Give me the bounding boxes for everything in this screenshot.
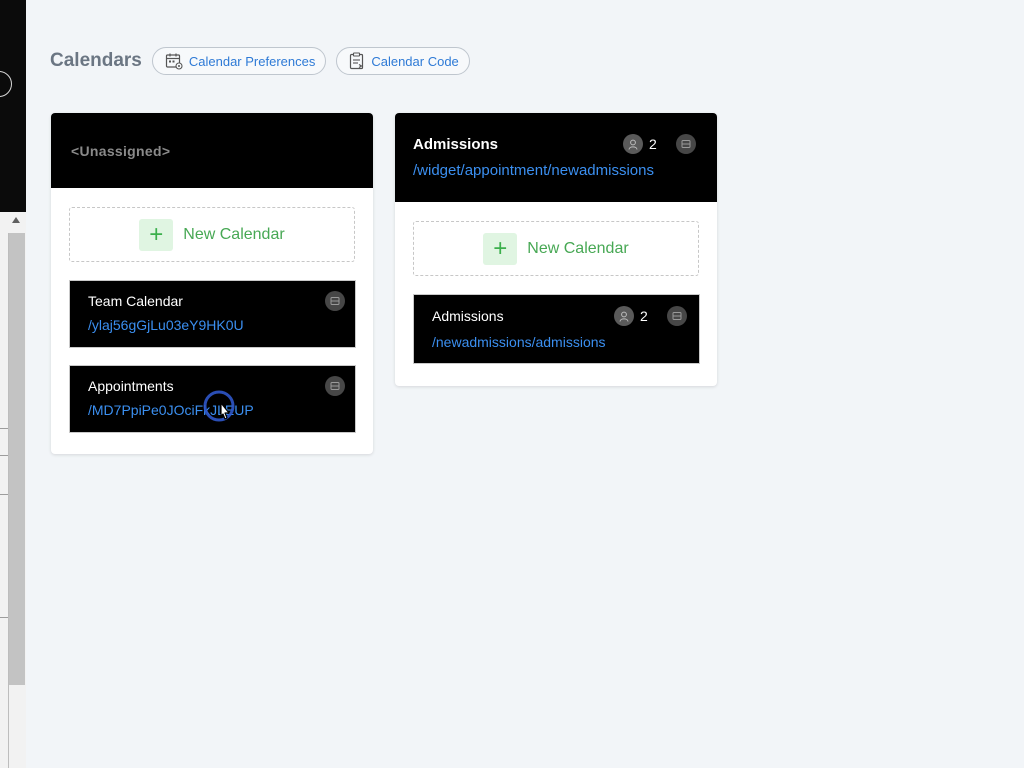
calendar-name: Admissions (432, 308, 504, 324)
calendar-path-link[interactable]: /ylaj56gGjLu03eY9HK0U (88, 317, 244, 333)
sidebar-toggle-button[interactable] (0, 71, 12, 97)
sidebar-divider (0, 428, 8, 429)
clipboard-code-icon (350, 52, 364, 70)
page-header: Calendars Calendar Preferences Calendar … (50, 46, 480, 76)
calendar-card[interactable]: Team Calendar /ylaj56gGjLu03eY9HK0U (69, 280, 356, 348)
calendar-path-link[interactable]: /newadmissions/admissions (432, 334, 606, 350)
user-icon (623, 134, 643, 154)
user-icon (614, 306, 634, 326)
new-calendar-label: New Calendar (183, 225, 285, 243)
card-menu-icon[interactable] (676, 134, 696, 154)
mouse-cursor-icon (203, 390, 235, 422)
group-header: Admissions /widget/appointment/newadmiss… (395, 113, 717, 202)
calendar-name: Appointments (88, 378, 174, 394)
group-header: <Unassigned> (51, 113, 373, 188)
group-path-link[interactable]: /widget/appointment/newadmissions (413, 162, 654, 179)
calendar-group-admissions: Admissions /widget/appointment/newadmiss… (395, 113, 717, 386)
calendar-code-label: Calendar Code (371, 53, 459, 69)
calendar-preferences-label: Calendar Preferences (188, 53, 316, 69)
new-calendar-button[interactable]: + New Calendar (413, 221, 699, 276)
sidebar-divider (0, 455, 8, 456)
sidebar-divider (0, 617, 8, 618)
new-calendar-label: New Calendar (527, 239, 629, 257)
page-title: Calendars (50, 50, 142, 71)
calendar-card[interactable]: Admissions /newadmissions/admissions 2 (413, 294, 700, 364)
calendar-name: Team Calendar (88, 293, 183, 309)
plus-icon: + (139, 218, 174, 251)
card-menu-icon[interactable] (667, 306, 687, 326)
scrollbar-thumb[interactable] (9, 233, 25, 685)
sidebar-divider (0, 494, 8, 495)
left-sidebar (0, 0, 26, 768)
new-calendar-button[interactable]: + New Calendar (69, 207, 355, 262)
plus-icon: + (483, 232, 518, 265)
card-menu-icon[interactable] (325, 291, 345, 311)
group-title: Admissions (413, 136, 499, 153)
user-count: 2 (649, 136, 657, 152)
calendar-settings-icon (165, 53, 183, 70)
user-count: 2 (640, 308, 648, 324)
card-menu-icon[interactable] (325, 376, 345, 396)
group-title: <Unassigned> (71, 143, 171, 159)
calendar-code-button[interactable]: Calendar Code (336, 47, 470, 75)
scroll-up-arrow-icon[interactable] (12, 217, 20, 223)
calendar-preferences-button[interactable]: Calendar Preferences (151, 47, 327, 75)
